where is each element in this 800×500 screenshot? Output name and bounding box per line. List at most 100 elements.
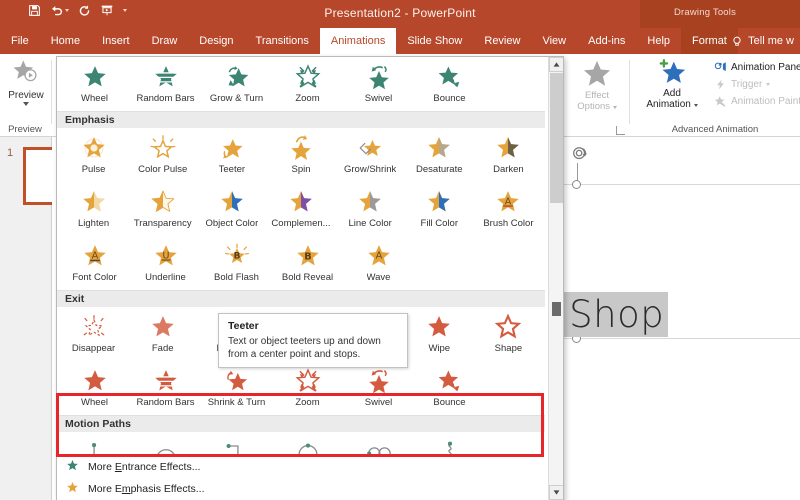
effect-wheel[interactable]: Wheel bbox=[59, 60, 130, 111]
animation-gallery-dropdown[interactable]: Wheel Random Bars Grow & Turn Zoom Swivel bbox=[56, 56, 564, 500]
effect-swivel[interactable]: Swivel bbox=[343, 60, 414, 111]
star-line-color-icon bbox=[357, 188, 383, 216]
effect-spin[interactable]: Spin bbox=[266, 131, 335, 182]
animation-dialog-launcher[interactable] bbox=[616, 126, 625, 135]
customize-qat-icon[interactable] bbox=[123, 9, 127, 12]
effect-label: Color Pulse bbox=[138, 164, 188, 175]
effect-label: Object Color bbox=[205, 218, 259, 229]
star-underline-icon: U bbox=[153, 242, 179, 270]
effect-options-label-2: Options bbox=[577, 101, 611, 112]
effect-random-bars[interactable]: Random Bars bbox=[130, 364, 201, 415]
effect-grow-shrink[interactable]: Grow/Shrink bbox=[336, 131, 405, 182]
effect-wheel[interactable]: Wheel bbox=[59, 364, 130, 415]
tab-insert[interactable]: Insert bbox=[91, 28, 141, 54]
undo-icon[interactable] bbox=[50, 4, 69, 17]
start-slideshow-icon[interactable] bbox=[100, 4, 114, 17]
add-animation-button[interactable]: Add Animation bbox=[634, 58, 710, 110]
effect-shrink-turn[interactable]: Shrink & Turn bbox=[201, 364, 272, 415]
effect-grow-turn[interactable]: Grow & Turn bbox=[201, 60, 272, 111]
effect-tooltip: Teeter Text or object teeters up and dow… bbox=[218, 313, 408, 368]
effect-label: Wheel bbox=[81, 93, 108, 104]
effect-shape[interactable]: Shape bbox=[474, 310, 543, 361]
effect-zoom[interactable]: Zoom bbox=[272, 364, 343, 415]
star-color-pulse-icon bbox=[150, 134, 176, 162]
more-effects-item[interactable]: More Entrance Effects... bbox=[57, 456, 545, 478]
tab-add-ins[interactable]: Add-ins bbox=[577, 28, 636, 54]
scrollbar-thumb[interactable] bbox=[550, 73, 563, 203]
star-teeter-icon bbox=[222, 139, 243, 159]
trigger-caret[interactable] bbox=[766, 83, 771, 86]
scroll-up-arrow-icon[interactable] bbox=[549, 57, 563, 72]
animation-painter-command[interactable]: Animation Painter bbox=[714, 93, 800, 110]
effect-pulse[interactable]: Pulse bbox=[59, 131, 128, 182]
title-bar: Drawing Tools Presentation2 - PowerPoint bbox=[0, 0, 800, 28]
add-animation-caret[interactable] bbox=[693, 104, 698, 107]
effect-label: Transparency bbox=[133, 218, 192, 229]
effect-wave[interactable]: A Wave bbox=[343, 239, 414, 290]
effect-lighten[interactable]: Lighten bbox=[59, 185, 128, 236]
effect-label: Pulse bbox=[81, 164, 106, 175]
effect-brush-color[interactable]: A Brush Color bbox=[474, 185, 543, 236]
tab-view[interactable]: View bbox=[531, 28, 577, 54]
preview-dropdown-caret[interactable] bbox=[23, 102, 29, 106]
star-random-bars-icon bbox=[153, 63, 179, 91]
effect-fill-color[interactable]: Fill Color bbox=[405, 185, 474, 236]
effect-bounce[interactable]: Bounce bbox=[414, 60, 485, 111]
effect-color-pulse[interactable]: Color Pulse bbox=[128, 131, 197, 182]
rotate-handle-icon[interactable] bbox=[571, 145, 589, 166]
star-teeter-icon bbox=[219, 134, 245, 162]
effect-options-star-icon bbox=[583, 60, 611, 86]
star-underline-icon: U bbox=[154, 245, 177, 266]
tab-transitions[interactable]: Transitions bbox=[245, 28, 320, 54]
tab-file[interactable]: File bbox=[0, 28, 40, 54]
redo-icon[interactable] bbox=[78, 4, 91, 17]
effect-transparency[interactable]: Transparency bbox=[128, 185, 197, 236]
effect-font-color[interactable]: A Font Color bbox=[59, 239, 130, 290]
effect-teeter[interactable]: Teeter bbox=[197, 131, 266, 182]
trigger-command[interactable]: Trigger bbox=[714, 76, 800, 93]
effect-random-bars[interactable]: Random Bars bbox=[130, 60, 201, 111]
tab-draw[interactable]: Draw bbox=[141, 28, 189, 54]
effect-desaturate[interactable]: Desaturate bbox=[405, 131, 474, 182]
preview-button[interactable]: Preview bbox=[6, 59, 46, 106]
star-bounce-icon bbox=[437, 63, 463, 91]
effect-zoom[interactable]: Zoom bbox=[272, 60, 343, 111]
star-zoom-icon bbox=[294, 63, 321, 91]
tab-format[interactable]: Format bbox=[681, 28, 738, 54]
tab-review[interactable]: Review bbox=[473, 28, 531, 54]
selection-handle-top[interactable] bbox=[572, 180, 581, 189]
effect-disappear[interactable]: Disappear bbox=[59, 310, 128, 361]
effect-fade[interactable]: Fade bbox=[128, 310, 197, 361]
scroll-down-arrow-icon[interactable] bbox=[549, 485, 563, 500]
tab-animations[interactable]: Animations bbox=[319, 28, 397, 54]
effect-options-button[interactable]: Effect Options bbox=[570, 59, 624, 112]
tab-help[interactable]: Help bbox=[636, 28, 681, 54]
tab-slide-show[interactable]: Slide Show bbox=[396, 28, 473, 54]
effect-wipe[interactable]: Wipe bbox=[405, 310, 474, 361]
effect-object-color[interactable]: Object Color bbox=[197, 185, 266, 236]
more-effects-label: More Entrance Effects... bbox=[88, 461, 201, 473]
effect-bold-reveal[interactable]: B Bold Reveal bbox=[272, 239, 343, 290]
animation-pane-command[interactable]: Animation Pane bbox=[714, 59, 800, 76]
tab-home[interactable]: Home bbox=[40, 28, 91, 54]
effect-underline[interactable]: U Underline bbox=[130, 239, 201, 290]
effect-line-color[interactable]: Line Color bbox=[336, 185, 405, 236]
save-icon[interactable] bbox=[28, 4, 41, 17]
undo-dropdown-caret[interactable] bbox=[65, 9, 69, 12]
more-effects-item[interactable]: More Emphasis Effects... bbox=[57, 478, 545, 500]
effect-complemen[interactable]: Complemen... bbox=[266, 185, 335, 236]
effect-bounce[interactable]: Bounce bbox=[414, 364, 485, 415]
tab-design[interactable]: Design bbox=[188, 28, 244, 54]
advanced-animation-commands: Animation Pane Trigger Animation Painter bbox=[714, 59, 800, 110]
star-entrance-icon bbox=[66, 459, 79, 475]
section-header-emphasis: Emphasis bbox=[57, 111, 545, 128]
star-color-pulse-icon bbox=[150, 135, 176, 159]
tell-me-box[interactable]: Tell me w bbox=[731, 28, 798, 54]
gallery-scrollbar[interactable] bbox=[548, 57, 563, 500]
effect-darken[interactable]: Darken bbox=[474, 131, 543, 182]
effect-bold-flash[interactable]: B Bold Flash bbox=[201, 239, 272, 290]
scrollbar-grip[interactable] bbox=[552, 302, 561, 316]
effect-swivel[interactable]: Swivel bbox=[343, 364, 414, 415]
effect-label: Complemen... bbox=[271, 218, 331, 229]
effect-options-caret[interactable] bbox=[612, 106, 617, 109]
